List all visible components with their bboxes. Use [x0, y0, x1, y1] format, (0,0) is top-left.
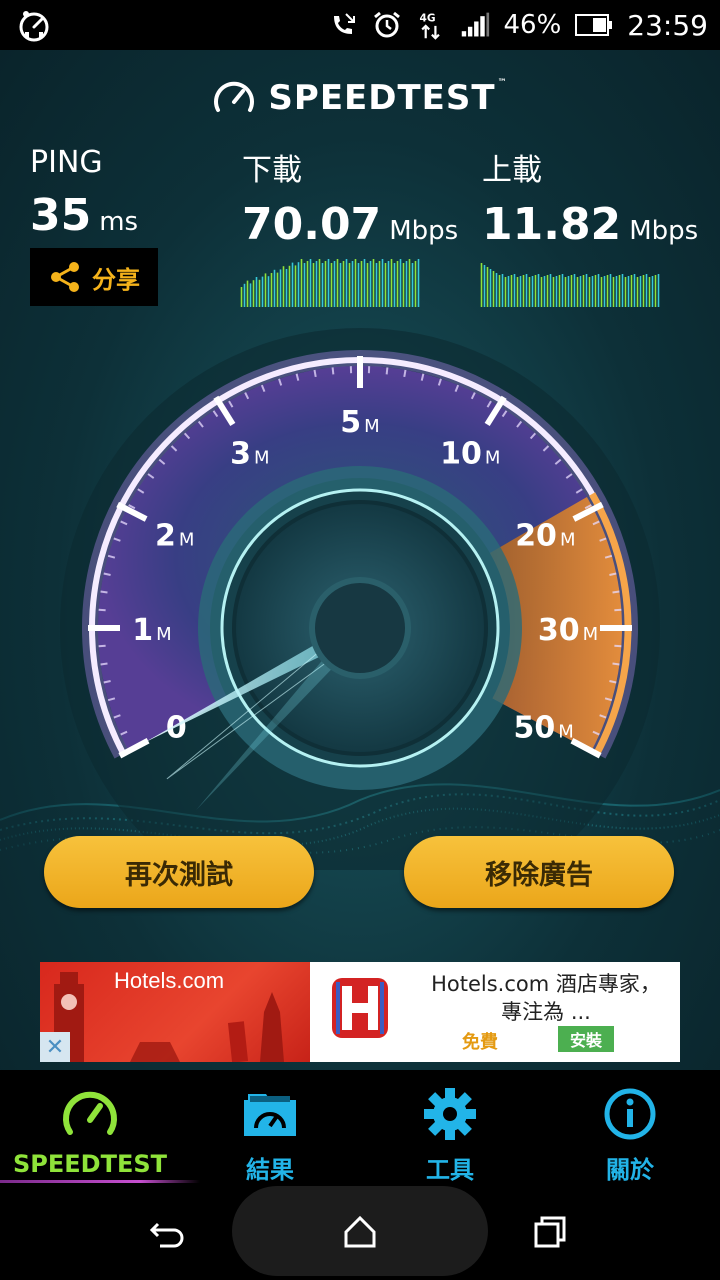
nav-about[interactable]: 關於: [540, 1070, 720, 1186]
download-unit: Mbps: [389, 216, 459, 246]
upload-unit: Mbps: [629, 216, 699, 246]
active-tab-indicator: [0, 1180, 200, 1183]
hotels-app-icon: [312, 962, 408, 1062]
share-button[interactable]: 分享: [30, 248, 158, 306]
retest-label: 再次測試: [125, 859, 233, 891]
speed-gauge: 01 M2 M3 M5 M10 M20 M30 M50 M: [60, 328, 660, 870]
svg-text:4G: 4G: [419, 12, 435, 24]
bottom-nav: SPEEDTEST 結果 工具 關於: [0, 1070, 720, 1186]
ad-close-icon[interactable]: ✕: [40, 1032, 70, 1062]
nav-speedtest-label: SPEEDTEST: [12, 1150, 167, 1178]
ad-free-label: 免費: [462, 1032, 498, 1053]
nav-tools-label: 工具: [426, 1156, 474, 1184]
results-folder-icon: [244, 1094, 296, 1136]
download-value: 70.07: [242, 199, 382, 250]
nav-tools[interactable]: 工具: [360, 1070, 540, 1186]
speedtest-main-panel: SPEEDTEST ™ PING 35 ms 下載 70.07 Mbps 上載 11.…: [0, 50, 720, 1070]
share-label: 分享: [92, 265, 140, 294]
clock: 23:59: [627, 8, 708, 42]
system-navigation-bar: [0, 1186, 720, 1280]
upload-result: 上載 11.82 Mbps: [482, 145, 698, 250]
upload-value: 11.82: [482, 199, 622, 250]
download-result: 下載 70.07 Mbps: [242, 145, 458, 250]
status-bar: 4G 46% 23:59: [0, 0, 720, 50]
ad-brand: Hotels.com: [114, 968, 225, 993]
ad-image: Hotels.com ✕: [40, 962, 310, 1062]
nav-results[interactable]: 結果: [180, 1070, 360, 1186]
nav-speedtest[interactable]: SPEEDTEST: [0, 1070, 200, 1186]
gauge-hub: [309, 577, 411, 679]
ping-unit: ms: [99, 207, 139, 237]
logo-text: SPEEDTEST ™: [268, 78, 508, 118]
alarm-icon: [373, 11, 400, 38]
ping-value: 35: [30, 190, 92, 241]
remove-ads-label: 移除廣告: [485, 859, 593, 891]
speedtest-logo: SPEEDTEST ™: [0, 76, 720, 120]
gear-icon: [424, 1088, 476, 1140]
info-icon: [604, 1088, 656, 1140]
missed-call-icon: [333, 13, 355, 34]
battery-percent: 46%: [503, 10, 562, 40]
nav-about-label: 關於: [606, 1156, 654, 1184]
nav-results-label: 結果: [246, 1156, 294, 1184]
recent-apps-icon[interactable]: [530, 1212, 570, 1252]
download-sparkline: [240, 259, 420, 307]
gauge-label-0: 0: [166, 711, 187, 746]
ping-label: PING: [30, 145, 103, 180]
signal-icon: [461, 12, 489, 37]
ping-result: PING 35 ms: [30, 145, 138, 241]
speedometer-logo-icon: [214, 81, 255, 112]
download-label: 下載: [242, 153, 302, 188]
ad-banner[interactable]: Hotels.com ✕ Hotels.com 酒店專家， 專注為 ... 免費…: [40, 962, 680, 1062]
battery-icon: [575, 14, 613, 36]
share-icon: [51, 262, 79, 292]
back-icon[interactable]: [148, 1212, 188, 1252]
home-icon[interactable]: [340, 1212, 380, 1252]
network-4g-icon: 4G: [419, 12, 440, 40]
remove-ads-button[interactable]: 移除廣告: [404, 836, 674, 908]
speedometer-icon: [63, 1091, 117, 1135]
ad-install-button[interactable]: 安裝: [558, 1026, 614, 1052]
upload-sparkline: [480, 263, 660, 307]
retest-button[interactable]: 再次測試: [44, 836, 314, 908]
upload-label: 上載: [482, 153, 542, 188]
ad-title: Hotels.com 酒店專家， 專注為 ...: [431, 972, 661, 1024]
app-gauge-icon: [19, 11, 49, 42]
